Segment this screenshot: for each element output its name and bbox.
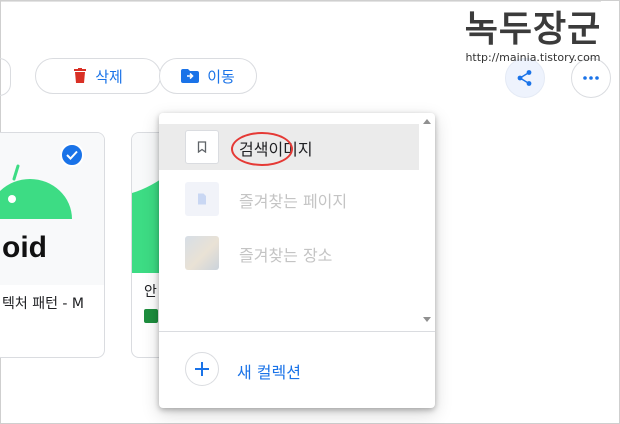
check-icon — [66, 150, 78, 160]
watermark: 녹두장군 http://mainia.tistory.com — [449, 7, 617, 64]
menu-item-label: 즐겨찾는 페이지 — [239, 192, 348, 211]
partial-toolbar-button[interactable] — [0, 58, 11, 96]
card-title: 텍처 패턴 - M — [2, 296, 85, 312]
more-horizontal-icon — [583, 76, 599, 80]
folder-move-icon — [181, 69, 200, 83]
menu-item-label: 즐겨찾는 장소 — [239, 246, 333, 265]
more-button[interactable] — [571, 58, 611, 98]
menu-divider — [159, 331, 435, 332]
collection-menu: 검색이미지 즐겨찾는 페이지 즐겨찾는 장소 새 컬렉션 — [159, 113, 435, 408]
watermark-title: 녹두장군 — [464, 8, 602, 50]
move-button[interactable]: 이동 — [159, 58, 257, 94]
move-label: 이동 — [207, 67, 235, 86]
selected-check-badge[interactable] — [60, 143, 84, 167]
top-divider — [1, 1, 601, 2]
new-collection-button[interactable]: 새 컬렉션 — [159, 346, 435, 392]
share-button[interactable] — [505, 58, 545, 98]
share-icon — [517, 70, 532, 86]
watermark-url: http://mainia.tistory.com — [465, 51, 601, 64]
new-collection-label: 새 컬렉션 — [237, 363, 301, 382]
source-icon — [144, 309, 158, 323]
card-image-text: oid — [2, 231, 47, 264]
scroll-down-arrow[interactable] — [423, 317, 431, 322]
document-icon — [185, 182, 219, 216]
trash-icon — [74, 68, 87, 83]
android-logo-image: oid — [0, 133, 104, 285]
delete-button[interactable]: 삭제 — [35, 58, 161, 94]
annotation-circle — [231, 132, 293, 166]
delete-label: 삭제 — [95, 67, 123, 86]
menu-item-favorite-pages: 즐겨찾는 페이지 — [159, 176, 419, 222]
bookmark-icon — [185, 130, 219, 164]
scroll-up-arrow[interactable] — [423, 119, 431, 124]
menu-item-favorite-places: 즐겨찾는 장소 — [159, 230, 419, 276]
card-title: 안 — [144, 284, 157, 300]
plus-icon — [185, 352, 219, 386]
image-card[interactable]: oid 텍처 패턴 - M — [0, 132, 105, 358]
photo-thumbnail — [185, 236, 219, 270]
